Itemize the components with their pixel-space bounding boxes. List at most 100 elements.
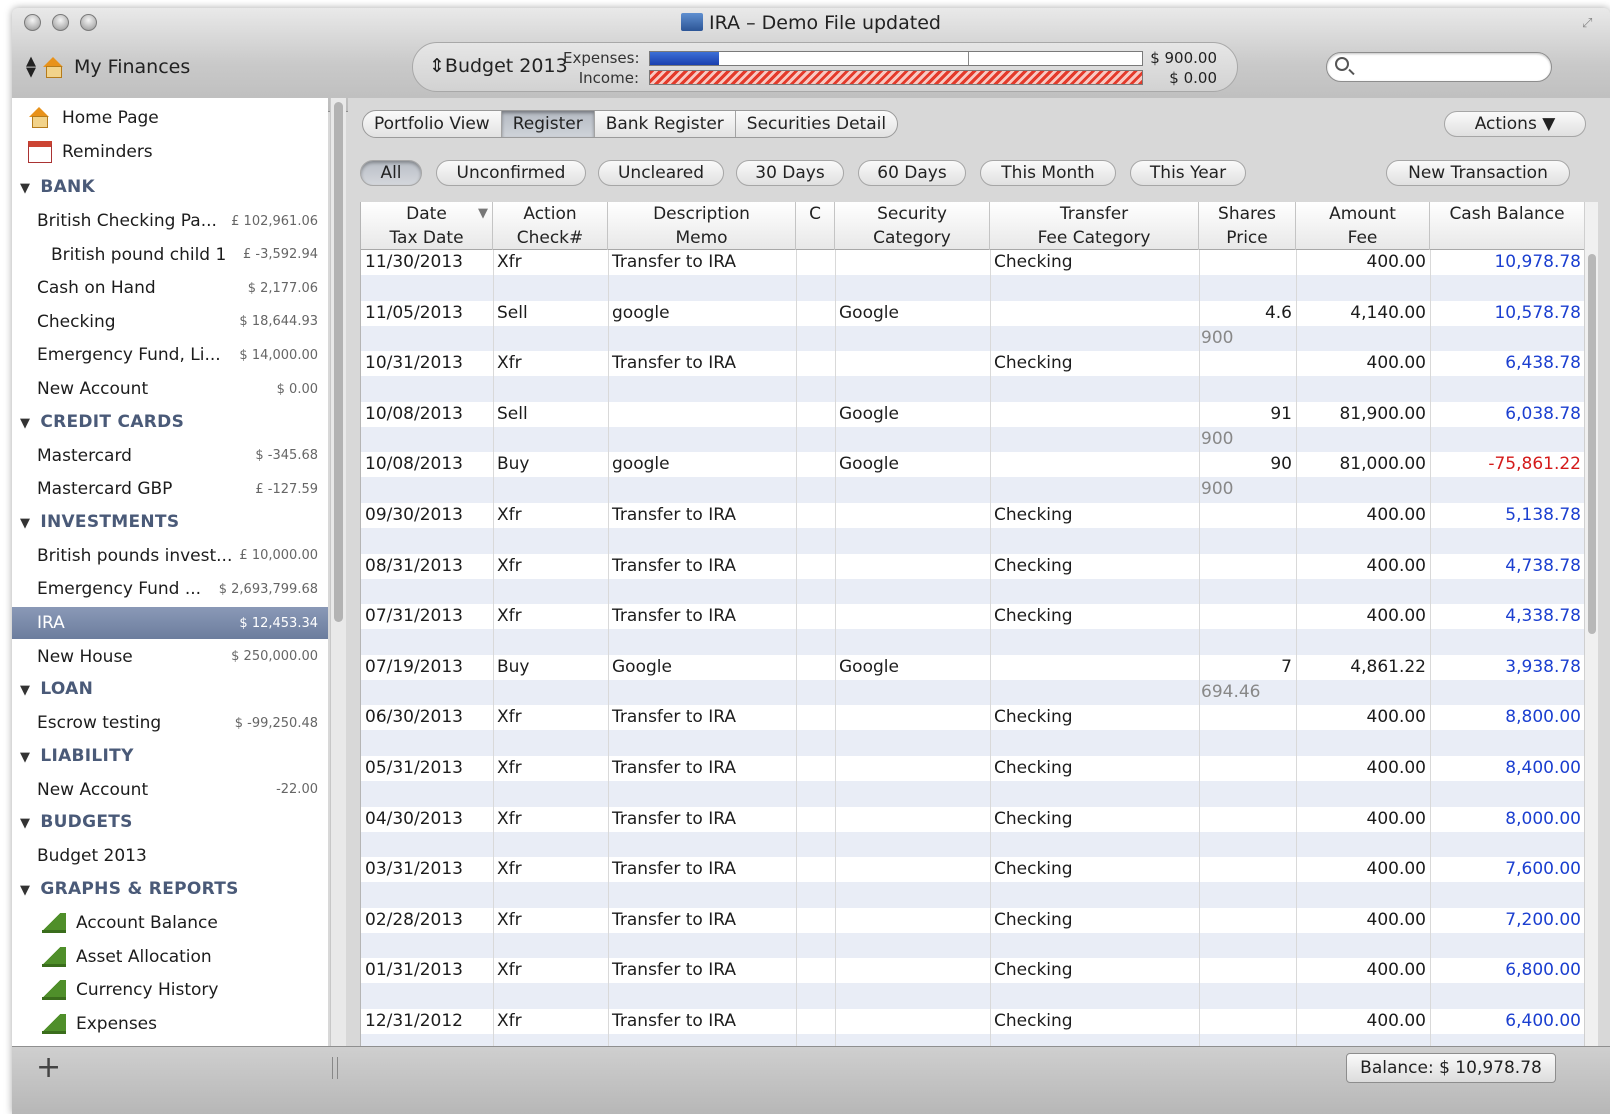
date-cell[interactable]: 06/30/2013 [365, 705, 489, 730]
sidebar-scrollbar[interactable] [330, 98, 346, 1046]
description-cell[interactable]: google [612, 301, 792, 326]
date-cell[interactable]: 11/30/2013 [365, 250, 489, 275]
sidebar-item[interactable]: Mastercard GBP £ -127.59 [12, 473, 328, 505]
amount-cell[interactable]: 400.00 [1300, 958, 1426, 983]
security-cell[interactable]: Google [839, 452, 986, 477]
tab-register[interactable]: Register [501, 111, 595, 137]
budget-name[interactable]: ⇕Budget 2013 [429, 55, 568, 77]
price-cell[interactable]: 900 [1201, 326, 1292, 351]
amount-cell[interactable]: 400.00 [1300, 705, 1426, 730]
sidebar-item[interactable]: British Checking Pa... £ 102,961.06 [12, 205, 328, 237]
amount-cell[interactable]: 4,861.22 [1300, 655, 1426, 680]
table-row[interactable]: 10/31/2013 Xfr Transfer to IRA Checking 400.… [361, 351, 1598, 403]
date-cell[interactable]: 07/31/2013 [365, 604, 489, 629]
amount-cell[interactable]: 81,000.00 [1300, 452, 1426, 477]
shares-cell[interactable]: 90 [1203, 452, 1292, 477]
actions-menu-button[interactable]: Actions ▼ [1444, 111, 1586, 137]
filter-60-days[interactable]: 60 Days [858, 160, 966, 186]
security-cell[interactable]: Google [839, 301, 986, 326]
disclosure-triangle-icon[interactable]: ▼ [20, 683, 30, 698]
sidebar-scroll-thumb[interactable] [334, 102, 343, 622]
table-row[interactable]: 03/31/2013 Xfr Transfer to IRA Checking 400.… [361, 857, 1598, 909]
action-cell[interactable]: Buy [497, 655, 604, 680]
transfer-cell[interactable]: Checking [994, 958, 1195, 983]
transfer-cell[interactable]: Checking [994, 908, 1195, 933]
action-cell[interactable]: Xfr [497, 807, 604, 832]
disclosure-triangle-icon[interactable]: ▼ [20, 816, 30, 831]
amount-cell[interactable]: 400.00 [1300, 1009, 1426, 1034]
tab-securities-detail[interactable]: Securities Detail [736, 111, 897, 137]
sidebar-item[interactable]: Mastercard $ -345.68 [12, 440, 328, 472]
sidebar-item[interactable]: New House $ 250,000.00 [12, 641, 328, 673]
date-cell[interactable]: 07/19/2013 [365, 655, 489, 680]
disclosure-triangle-icon[interactable]: ▼ [20, 416, 30, 431]
search-input[interactable] [1359, 57, 1539, 77]
tab-portfolio-view[interactable]: Portfolio View [363, 111, 502, 137]
column-header-date[interactable]: Date Tax Date ▼ [361, 202, 493, 250]
column-header-transfer[interactable]: Transfer Fee Category [990, 202, 1199, 250]
description-cell[interactable]: Transfer to IRA [612, 807, 792, 832]
table-row[interactable]: 07/31/2013 Xfr Transfer to IRA Checking 400.… [361, 604, 1598, 656]
date-cell[interactable]: 03/31/2013 [365, 857, 489, 882]
column-header-security[interactable]: Security Category [835, 202, 990, 250]
date-cell[interactable]: 10/31/2013 [365, 351, 489, 376]
sidebar-item[interactable]: IRA $ 12,453.34 [12, 607, 328, 639]
transfer-cell[interactable]: Checking [994, 604, 1195, 629]
table-row[interactable]: 06/30/2013 Xfr Transfer to IRA Checking 400.… [361, 705, 1598, 757]
action-cell[interactable]: Xfr [497, 756, 604, 781]
price-cell[interactable]: 694.46 [1201, 680, 1292, 705]
action-cell[interactable]: Xfr [497, 1009, 604, 1034]
column-header-cash-balance[interactable]: Cash Balance [1430, 202, 1585, 250]
action-cell[interactable]: Xfr [497, 705, 604, 730]
table-row[interactable]: 11/30/2013 Xfr Transfer to IRA Checking 400.… [361, 250, 1598, 301]
date-cell[interactable]: 11/05/2013 [365, 301, 489, 326]
action-cell[interactable]: Xfr [497, 604, 604, 629]
column-header-c[interactable]: C [796, 202, 835, 250]
transfer-cell[interactable]: Checking [994, 554, 1195, 579]
amount-cell[interactable]: 400.00 [1300, 503, 1426, 528]
sort-descending-icon[interactable]: ▼ [478, 202, 488, 226]
description-cell[interactable]: Transfer to IRA [612, 908, 792, 933]
table-row[interactable]: 10/08/2013 Buy google Google 90 81,000.00 -75,… [361, 452, 1598, 504]
sidebar-item[interactable]: Emergency Fund, Li... $ 14,000.00 [12, 339, 328, 371]
amount-cell[interactable]: 400.00 [1300, 351, 1426, 376]
amount-cell[interactable]: 400.00 [1300, 857, 1426, 882]
description-cell[interactable]: Transfer to IRA [612, 250, 792, 275]
table-row[interactable]: 01/31/2013 Xfr Transfer to IRA Checking 400.… [361, 958, 1598, 1010]
transfer-cell[interactable]: Checking [994, 857, 1195, 882]
sidebar-section-budgets[interactable]: ▼ BUDGETS [20, 812, 133, 832]
table-row[interactable]: 11/05/2013 Sell google Google 4.6 4,140.00 10,… [361, 300, 1598, 352]
sidebar-item[interactable]: British pounds invest... £ 10,000.00 [12, 540, 328, 572]
disclosure-triangle-icon[interactable]: ▼ [20, 516, 30, 531]
transfer-cell[interactable]: Checking [994, 503, 1195, 528]
sidebar-section-investments[interactable]: ▼ INVESTMENTS [20, 512, 179, 532]
table-row[interactable]: 04/30/2013 Xfr Transfer to IRA Checking 400.… [361, 806, 1598, 858]
fullscreen-icon[interactable]: ⤢ [1582, 16, 1596, 31]
description-cell[interactable]: Transfer to IRA [612, 958, 792, 983]
transfer-cell[interactable]: Checking [994, 705, 1195, 730]
amount-cell[interactable]: 400.00 [1300, 756, 1426, 781]
sidebar-item[interactable]: Cash on Hand $ 2,177.06 [12, 272, 328, 304]
date-cell[interactable]: 05/31/2013 [365, 756, 489, 781]
sidebar-item[interactable]: New Account $ 0.00 [12, 373, 328, 405]
sidebar-section-loan[interactable]: ▼ LOAN [20, 679, 93, 699]
amount-cell[interactable]: 400.00 [1300, 908, 1426, 933]
security-cell[interactable]: Google [839, 655, 986, 680]
date-cell[interactable]: 04/30/2013 [365, 807, 489, 832]
action-cell[interactable]: Xfr [497, 857, 604, 882]
description-cell[interactable]: Transfer to IRA [612, 756, 792, 781]
date-cell[interactable]: 01/31/2013 [365, 958, 489, 983]
action-cell[interactable]: Xfr [497, 554, 604, 579]
amount-cell[interactable]: 400.00 [1300, 554, 1426, 579]
description-cell[interactable]: google [612, 452, 792, 477]
column-header-shares[interactable]: Shares Price [1199, 202, 1296, 250]
description-cell[interactable]: Transfer to IRA [612, 351, 792, 376]
filter-this-month[interactable]: This Month [980, 160, 1116, 186]
date-cell[interactable]: 09/30/2013 [365, 503, 489, 528]
action-cell[interactable]: Xfr [497, 351, 604, 376]
disclosure-triangle-icon[interactable]: ▼ [20, 883, 30, 898]
table-row[interactable]: 09/30/2013 Xfr Transfer to IRA Checking 400.… [361, 503, 1598, 554]
date-cell[interactable]: 12/31/2012 [365, 1009, 489, 1034]
description-cell[interactable]: Google [612, 655, 792, 680]
description-cell[interactable]: Transfer to IRA [612, 604, 792, 629]
